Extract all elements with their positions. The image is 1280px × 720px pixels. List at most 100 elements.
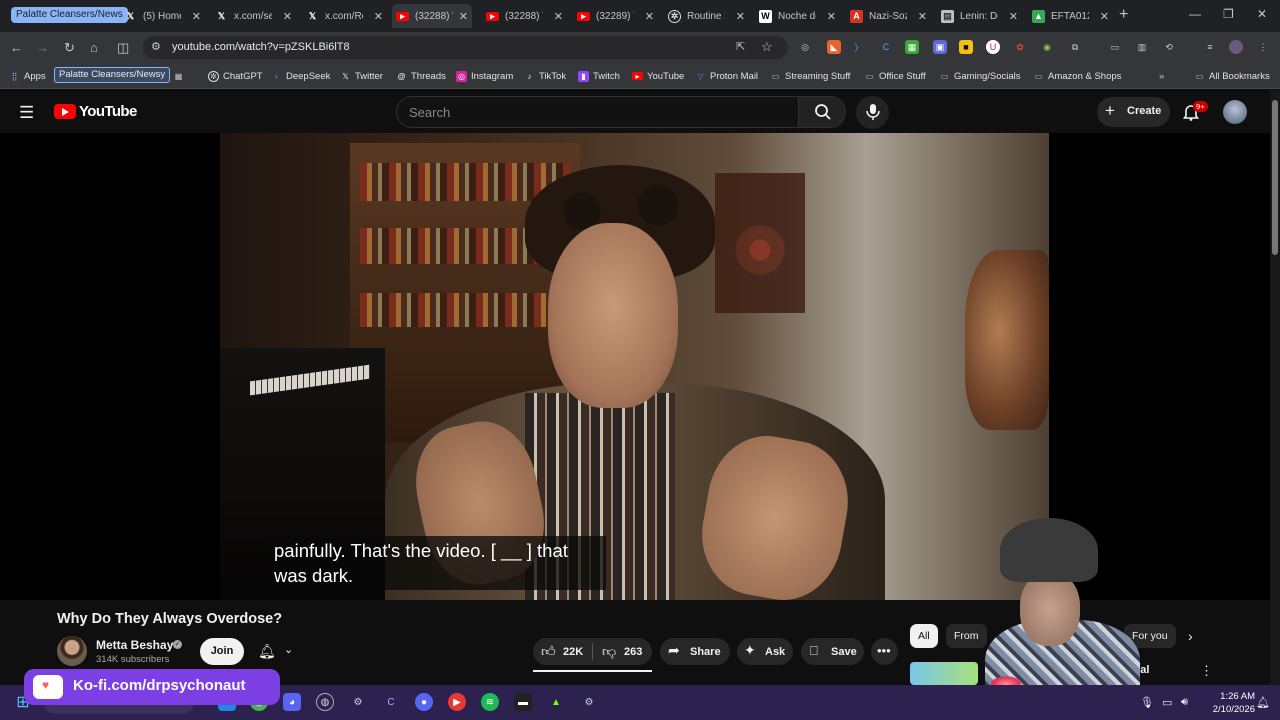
- split-view-icon[interactable]: ◫: [117, 40, 129, 56]
- close-window-button[interactable]: ✕: [1257, 7, 1267, 21]
- browser-tab[interactable]: A Nazi-Sozi ✕: [850, 4, 927, 28]
- app-icon[interactable]: ▲: [547, 693, 565, 711]
- extension-icon[interactable]: 〉: [852, 40, 866, 54]
- extension-icon[interactable]: ■: [959, 40, 973, 54]
- back-button[interactable]: ←: [10, 40, 23, 55]
- bookmarks-overflow-chevron-icon[interactable]: »: [1159, 69, 1164, 83]
- browser-tab[interactable]: ▸ (32288) T ✕: [486, 4, 563, 28]
- bookmark-deepseek[interactable]: ◗ DeepSeek: [271, 69, 330, 83]
- bookmark-grid[interactable]: ▦: [173, 69, 188, 83]
- browser-tab[interactable]: 𝕏 (5) Home ✕: [124, 4, 201, 28]
- microphone-tray-icon[interactable]: 🎙︎: [1140, 696, 1154, 709]
- bookmark-folder-streaming[interactable]: ▭ Streaming Stuff: [770, 69, 851, 83]
- app-icon[interactable]: ▬: [514, 693, 532, 711]
- media-control-icon[interactable]: ≡: [1203, 40, 1217, 54]
- close-icon[interactable]: ✕: [736, 10, 745, 23]
- youtube-wordmark[interactable]: YouTube: [79, 103, 137, 120]
- bookmark-twitter[interactable]: 𝕏 Twitter: [340, 69, 383, 83]
- bookmark-tiktok[interactable]: ♪ TikTok: [524, 69, 567, 83]
- ublock-icon[interactable]: U: [986, 40, 1000, 54]
- close-icon[interactable]: ✕: [283, 10, 292, 23]
- browser-tab[interactable]: ▤ Lenin: De ✕: [941, 4, 1018, 28]
- browser-tab[interactable]: ▸ (32289) T ✕: [577, 4, 654, 28]
- bookmark-youtube[interactable]: ▸ YouTube: [632, 69, 684, 83]
- close-icon[interactable]: ✕: [374, 10, 383, 23]
- voice-search-button[interactable]: [856, 96, 889, 129]
- extension-icon[interactable]: ▦: [905, 40, 919, 54]
- close-icon[interactable]: ✕: [1100, 10, 1109, 23]
- new-tab-button[interactable]: +: [1119, 6, 1128, 24]
- channel-avatar[interactable]: [57, 636, 87, 666]
- subscription-bell-button[interactable]: 🔔︎ ⌄: [252, 638, 304, 665]
- extension-icon[interactable]: ✿: [1013, 40, 1027, 54]
- video-frame[interactable]: [220, 133, 1049, 600]
- create-label[interactable]: Create: [1127, 105, 1161, 117]
- menu-kebab-icon[interactable]: ⋮: [1256, 40, 1270, 54]
- like-count[interactable]: 22K: [563, 646, 583, 658]
- account-avatar[interactable]: [1223, 100, 1247, 124]
- bookmark-star-icon[interactable]: ☆: [761, 39, 773, 55]
- browser-tab-active[interactable]: ▸ (32288) W ✕: [392, 4, 472, 28]
- extension-icon[interactable]: C: [879, 40, 893, 54]
- network-icon[interactable]: ▭: [1162, 696, 1172, 709]
- close-icon[interactable]: ✕: [554, 10, 563, 23]
- forward-button[interactable]: →: [36, 40, 49, 55]
- site-info-icon[interactable]: ⚙: [151, 40, 161, 53]
- dislike-count[interactable]: 263: [624, 646, 642, 658]
- save-label[interactable]: Save: [831, 646, 857, 658]
- reading-list-icon[interactable]: ▥: [1135, 40, 1149, 54]
- thumbs-up-icon[interactable]: 👍︎: [541, 643, 556, 660]
- browser-tab[interactable]: ▲ EFTA012C ✕: [1032, 4, 1109, 28]
- obs-icon[interactable]: ◍: [316, 693, 334, 711]
- chip-all[interactable]: All: [910, 624, 938, 648]
- reload-button[interactable]: ↻: [64, 40, 75, 56]
- bookmark-group-chip[interactable]: Palatte Cleansers/Newsy: [54, 67, 171, 83]
- discord-icon[interactable]: ◕: [283, 693, 301, 711]
- address-url[interactable]: youtube.com/watch?v=pZSKLBi6lT8: [172, 41, 350, 53]
- chevron-right-icon[interactable]: ›: [1188, 628, 1193, 644]
- channel-name[interactable]: Metta Beshay: [96, 638, 173, 652]
- close-icon[interactable]: ✕: [645, 10, 654, 23]
- close-icon[interactable]: ✕: [1009, 10, 1018, 23]
- extension-icon[interactable]: ◎: [798, 40, 812, 54]
- history-icon[interactable]: ⟲: [1162, 40, 1176, 54]
- share-label[interactable]: Share: [690, 646, 721, 658]
- browser-tab[interactable]: 𝕏 x.com/Re ✕: [306, 4, 383, 28]
- ask-label[interactable]: Ask: [765, 646, 785, 658]
- app-icon[interactable]: C: [382, 693, 400, 711]
- bookmark-instagram[interactable]: ◎ Instagram: [456, 69, 513, 83]
- bookmark-all-bookmarks[interactable]: ▭ All Bookmarks: [1194, 69, 1270, 83]
- related-kebab-icon[interactable]: ⋮: [1200, 663, 1213, 679]
- close-icon[interactable]: ✕: [918, 10, 927, 23]
- notification-center-icon[interactable]: 🔔︎: [1256, 696, 1270, 709]
- bookmark-threads[interactable]: @ Threads: [396, 69, 445, 83]
- bookmark-folder-office[interactable]: ▭ Office Stuff: [864, 69, 926, 83]
- taskbar-clock[interactable]: 1:26 AM 2/10/2026: [1199, 690, 1255, 716]
- home-button[interactable]: ⌂: [90, 40, 98, 55]
- bookmark-twitch[interactable]: ▮ Twitch: [578, 69, 620, 83]
- restore-button[interactable]: ❐: [1223, 7, 1234, 21]
- thumbs-down-icon[interactable]: 👎︎: [602, 643, 616, 660]
- profile-avatar[interactable]: [1229, 40, 1243, 54]
- extensions-puzzle-icon[interactable]: ⧉: [1068, 40, 1082, 54]
- search-placeholder[interactable]: Search: [409, 105, 450, 120]
- youtube-logo-icon[interactable]: [54, 104, 76, 119]
- scrollbar-thumb[interactable]: [1272, 100, 1278, 255]
- media-player-icon[interactable]: ▶: [448, 693, 466, 711]
- join-button[interactable]: Join: [200, 638, 244, 665]
- steam-icon[interactable]: ⚙: [349, 693, 367, 711]
- bookmark-folder-amazon[interactable]: ▭ Amazon & Shops: [1033, 69, 1122, 83]
- bookmark-chatgpt[interactable]: ✲ ChatGPT: [208, 69, 263, 83]
- hamburger-menu-icon[interactable]: ☰: [19, 103, 34, 123]
- search-button[interactable]: [798, 96, 846, 128]
- spotify-icon[interactable]: ≋: [481, 693, 499, 711]
- related-video-thumbnail[interactable]: [910, 662, 978, 685]
- extension-icon[interactable]: ◉: [1040, 40, 1054, 54]
- close-icon[interactable]: ✕: [827, 10, 836, 23]
- bookmark-folder-gaming[interactable]: ▭ Gaming/Socials: [939, 69, 1021, 83]
- tab-group-chip[interactable]: Palatte Cleansers/News: [11, 7, 128, 23]
- browser-tab[interactable]: 𝕏 x.com/se ✕: [215, 4, 292, 28]
- install-app-icon[interactable]: ⇱: [736, 40, 745, 53]
- extension-icon[interactable]: ◣: [827, 40, 841, 54]
- cast-icon[interactable]: ▭: [1108, 40, 1122, 54]
